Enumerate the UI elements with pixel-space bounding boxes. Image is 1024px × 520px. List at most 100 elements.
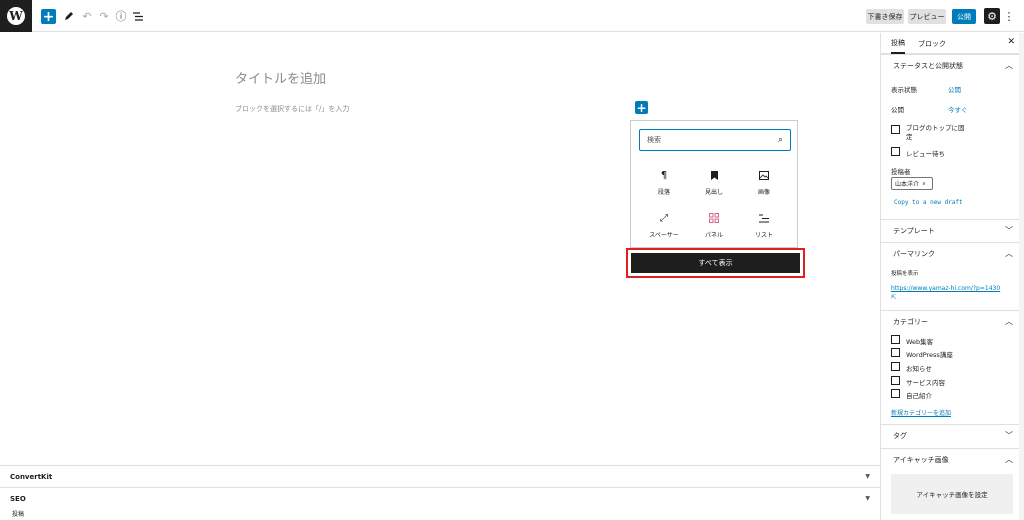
category-label: WordPress講座 [906, 351, 953, 359]
chevron-up-icon: ︿ [1005, 317, 1013, 326]
category-checkbox[interactable] [891, 362, 900, 371]
external-link-icon: ⇱ [891, 294, 897, 301]
inserter-item-label: リスト [754, 232, 773, 239]
bookmark-icon [710, 167, 718, 183]
inserter-item-label: 画像 [757, 189, 770, 196]
inserter-item-paragraph[interactable]: ¶ 段落 [639, 167, 689, 201]
inserter-item-image[interactable]: 画像 [739, 167, 789, 201]
sidebar-tabs: 投稿 ブロック ✕ [881, 33, 1024, 54]
save-draft-button[interactable]: 下書き保存 [866, 9, 904, 24]
info-icon[interactable]: ⓘ [114, 8, 128, 24]
panel-title: アイキャッチ画像 [893, 455, 949, 464]
more-options-icon[interactable]: ⋮ [1004, 8, 1015, 24]
visibility-value[interactable]: 公開 [948, 84, 961, 94]
panel-title: カテゴリー [893, 317, 928, 326]
inline-add-block-button[interactable]: + [635, 101, 648, 114]
category-label: 自己紹介 [906, 392, 932, 400]
category-checkbox[interactable] [891, 335, 900, 344]
show-all-button[interactable]: すべて表示 [631, 253, 800, 273]
inserter-search-input[interactable] [647, 136, 757, 144]
panel-title: ステータスと公開状態 [893, 61, 963, 70]
panel-template[interactable]: テンプレート ﹀ [881, 219, 1024, 241]
sticky-label-wrap: 定 [906, 133, 913, 141]
wordpress-logo[interactable]: W [0, 0, 32, 32]
metabox-title: ConvertKit [10, 472, 53, 481]
panel-featured-image[interactable]: アイキャッチ画像 ︿ [881, 448, 1024, 470]
redo-icon[interactable]: ↷ [97, 8, 111, 24]
inserter-item-spacer[interactable]: ⤢ スペーサー [639, 210, 689, 244]
category-checkbox[interactable] [891, 348, 900, 357]
caret-down-icon: ▼ [865, 495, 870, 502]
inserter-search[interactable]: ⌕ [639, 129, 791, 151]
caret-down-icon: ▼ [865, 473, 870, 480]
pending-review-checkbox[interactable] [891, 147, 900, 156]
tab-post[interactable]: 投稿 [891, 33, 905, 54]
chevron-down-icon: ﹀ [1005, 431, 1013, 440]
chevron-down-icon: ∨ [922, 180, 926, 187]
visibility-label: 表示状態 [891, 86, 917, 94]
panel-tags[interactable]: タグ ﹀ [881, 424, 1024, 446]
author-label: 投稿者 [891, 168, 911, 176]
inserter-item-list[interactable]: リスト [739, 210, 789, 244]
panel-category[interactable]: カテゴリー ︿ [881, 310, 1024, 332]
sticky-checkbox[interactable] [891, 125, 900, 134]
editor-header: W + ↶ ↷ ⓘ 下書き保存 プレビュー 公開 ⚙ ⋮ [0, 0, 1024, 32]
inserter-item-heading[interactable]: 見出し [689, 167, 739, 201]
breadcrumb[interactable]: 投稿 [12, 509, 24, 518]
panel-title: タグ [893, 431, 907, 440]
panel-title: テンプレート [893, 226, 935, 235]
block-placeholder[interactable]: ブロックを選択するには「/」を入力 [235, 104, 349, 114]
publish-button[interactable]: 公開 [952, 9, 976, 24]
wordpress-icon: W [7, 7, 25, 25]
copy-to-draft-link[interactable]: Copy to a new draft [894, 199, 963, 206]
inserter-item-label: パネル [704, 232, 723, 239]
inserter-item-label: 見出し [704, 189, 723, 196]
paragraph-icon: ¶ [660, 169, 668, 181]
list-icon [759, 210, 769, 226]
quick-inserter-popover: ⌕ ¶ 段落 見出し 画像 ⤢ スペーサー パネル リスト [630, 120, 798, 248]
publish-schedule-value[interactable]: 今すぐ [948, 104, 968, 114]
pending-review-label: レビュー待ち [906, 150, 945, 158]
inserter-item-panel[interactable]: パネル [689, 210, 739, 244]
search-icon: ⌕ [777, 135, 783, 145]
metabox-title: SEO [10, 494, 26, 503]
category-label: Web集客 [906, 338, 934, 346]
tab-block[interactable]: ブロック [918, 33, 946, 54]
grid-icon [709, 210, 719, 226]
edit-pencil-icon[interactable] [62, 8, 76, 24]
view-post-label: 投稿を表示 [891, 271, 919, 277]
panel-permalink[interactable]: パーマリンク ︿ [881, 242, 1024, 264]
inserter-item-label: スペーサー [649, 232, 679, 239]
chevron-down-icon: ﹀ [1005, 226, 1013, 235]
set-featured-image-button[interactable]: アイキャッチ画像を設定 [891, 474, 1013, 514]
sidebar-scrollbar[interactable] [1019, 33, 1024, 520]
inserter-item-label: 段落 [657, 189, 670, 196]
panel-title: パーマリンク [893, 249, 935, 258]
panel-status[interactable]: ステータスと公開状態 ︿ [881, 54, 1024, 76]
block-inserter-toggle[interactable]: + [41, 9, 56, 24]
close-icon[interactable]: ✕ [1007, 37, 1015, 47]
chevron-up-icon: ︿ [1005, 249, 1013, 258]
publish-label: 公開 [891, 106, 904, 114]
metabox-seo[interactable]: SEO ▼ [0, 487, 880, 509]
highlight-box: すべて表示 [626, 248, 805, 278]
post-title-input[interactable]: タイトルを追加 [235, 68, 326, 87]
sticky-label: ブログのトップに固 [906, 124, 965, 132]
resize-icon: ⤢ [660, 212, 668, 224]
author-select[interactable]: 山本洋介 ∨ [891, 177, 933, 190]
category-label: お知らせ [906, 365, 932, 373]
undo-icon[interactable]: ↶ [80, 8, 94, 24]
preview-button[interactable]: プレビュー [908, 9, 946, 24]
permalink-url[interactable]: https://www.yamaz-hi.com/?p=1430 [891, 285, 1000, 292]
settings-gear-icon[interactable]: ⚙ [984, 8, 1000, 24]
category-checkbox[interactable] [891, 389, 900, 398]
chevron-up-icon: ︿ [1005, 455, 1013, 464]
list-view-icon[interactable] [131, 8, 145, 24]
metabox-convertkit[interactable]: ConvertKit ▼ [0, 465, 880, 487]
add-new-category-link[interactable]: 新規カテゴリーを追加 [891, 408, 951, 417]
chevron-up-icon: ︿ [1005, 61, 1013, 70]
image-icon [759, 167, 769, 183]
category-label: サービス内容 [906, 379, 945, 387]
category-checkbox[interactable] [891, 376, 900, 385]
author-value: 山本洋介 [895, 181, 920, 188]
